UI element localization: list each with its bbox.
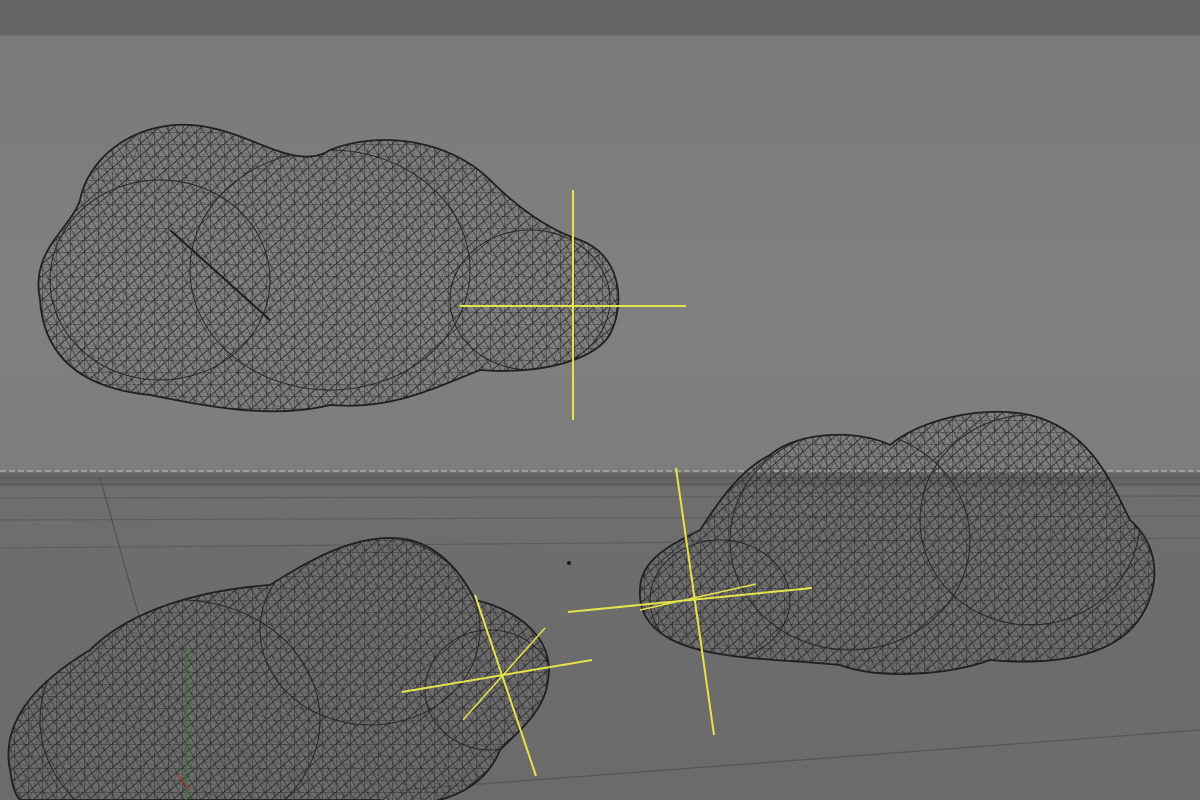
cloud-object-3[interactable] xyxy=(0,520,593,800)
viewport-scene[interactable] xyxy=(0,0,1200,800)
cloud-object-2[interactable] xyxy=(567,400,1170,736)
cloud-object-1[interactable] xyxy=(30,110,686,420)
3d-viewport[interactable] xyxy=(0,0,1200,800)
